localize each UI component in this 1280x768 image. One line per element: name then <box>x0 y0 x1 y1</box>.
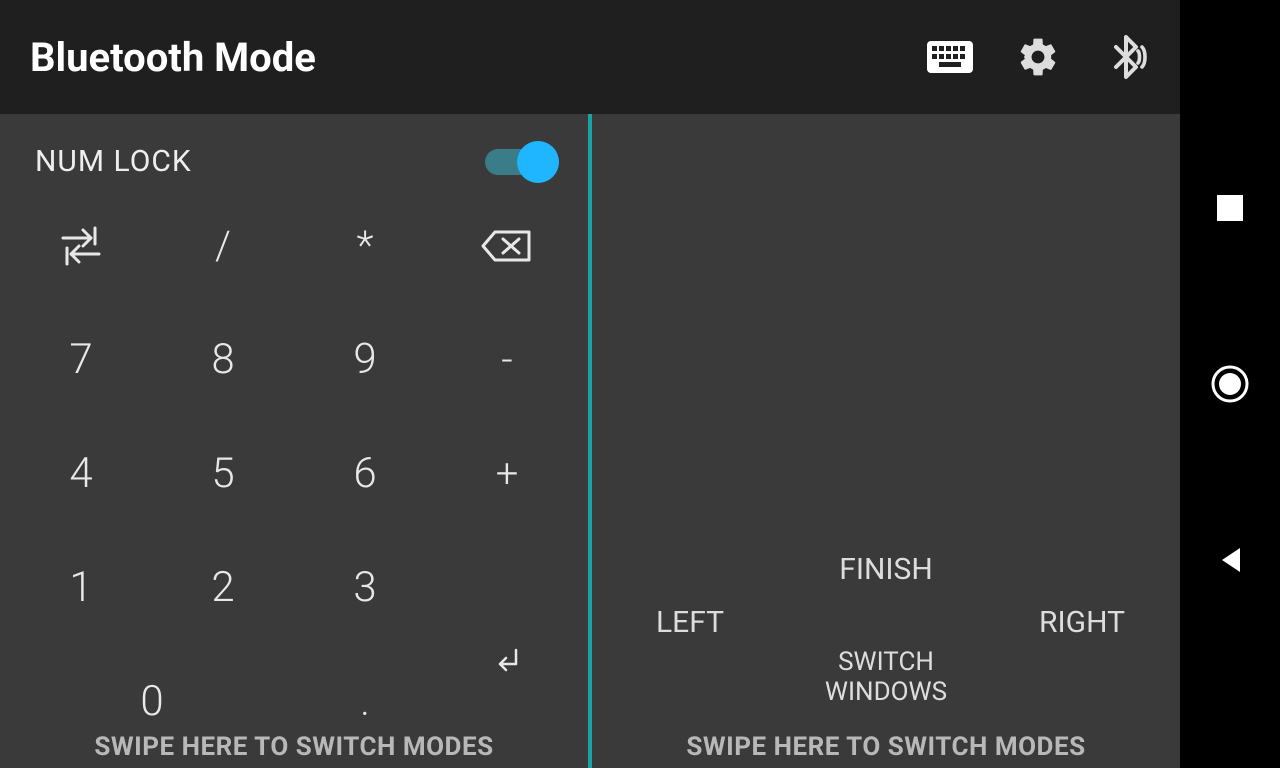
enter-key[interactable] <box>436 530 578 758</box>
app-root: Bluetooth Mode <box>0 0 1180 768</box>
topbar-actions <box>926 33 1150 81</box>
numpad-pane: NUM LOCK / * <box>0 114 588 768</box>
key-5[interactable]: 5 <box>152 417 294 531</box>
numlock-label: NUM LOCK <box>35 144 192 179</box>
keyboard-icon[interactable] <box>926 33 974 81</box>
page-title: Bluetooth Mode <box>30 34 926 81</box>
swipe-hint-left[interactable]: SWIPE HERE TO SWITCH MODES <box>0 732 588 762</box>
key-1[interactable]: 1 <box>10 530 152 644</box>
key-6[interactable]: 6 <box>294 417 436 531</box>
bluetooth-audio-icon[interactable] <box>1102 33 1150 81</box>
system-nav-bar <box>1180 0 1280 768</box>
gesture-left-label: LEFT <box>656 605 724 640</box>
key-2[interactable]: 2 <box>152 530 294 644</box>
nav-home-button[interactable] <box>1210 364 1250 404</box>
key-7[interactable]: 7 <box>10 303 152 417</box>
switch-line1: SWITCH <box>838 647 934 677</box>
key-4[interactable]: 4 <box>10 417 152 531</box>
divide-key[interactable]: / <box>152 189 294 303</box>
gesture-switch-windows-label: SWITCH WINDOWS <box>825 648 947 708</box>
settings-gear-icon[interactable] <box>1014 33 1062 81</box>
touchpad-pane[interactable]: FINISH LEFT RIGHT SWITCH WINDOWS SWIPE H… <box>592 114 1180 768</box>
nav-recents-button[interactable] <box>1210 188 1250 228</box>
swipe-hint-right[interactable]: SWIPE HERE TO SWITCH MODES <box>592 732 1180 762</box>
gesture-right-label: RIGHT <box>1039 605 1125 640</box>
tab-key[interactable] <box>10 189 152 303</box>
touchpad-surface[interactable]: FINISH LEFT RIGHT SWITCH WINDOWS <box>592 114 1180 768</box>
gesture-finish-label: FINISH <box>839 552 933 587</box>
numlock-row: NUM LOCK <box>0 114 588 189</box>
keypad: / * 7 8 9 - 4 5 6 <box>0 189 588 768</box>
multiply-key[interactable]: * <box>294 189 436 303</box>
nav-back-button[interactable] <box>1210 540 1250 580</box>
minus-key[interactable]: - <box>436 303 578 417</box>
plus-key[interactable]: + <box>436 417 578 531</box>
toggle-knob <box>517 141 559 183</box>
numlock-toggle[interactable] <box>485 149 553 175</box>
top-bar: Bluetooth Mode <box>0 0 1180 114</box>
key-9[interactable]: 9 <box>294 303 436 417</box>
content-area: NUM LOCK / * <box>0 114 1180 768</box>
backspace-key[interactable] <box>436 189 578 303</box>
switch-line2: WINDOWS <box>825 677 947 707</box>
key-3[interactable]: 3 <box>294 530 436 644</box>
key-8[interactable]: 8 <box>152 303 294 417</box>
